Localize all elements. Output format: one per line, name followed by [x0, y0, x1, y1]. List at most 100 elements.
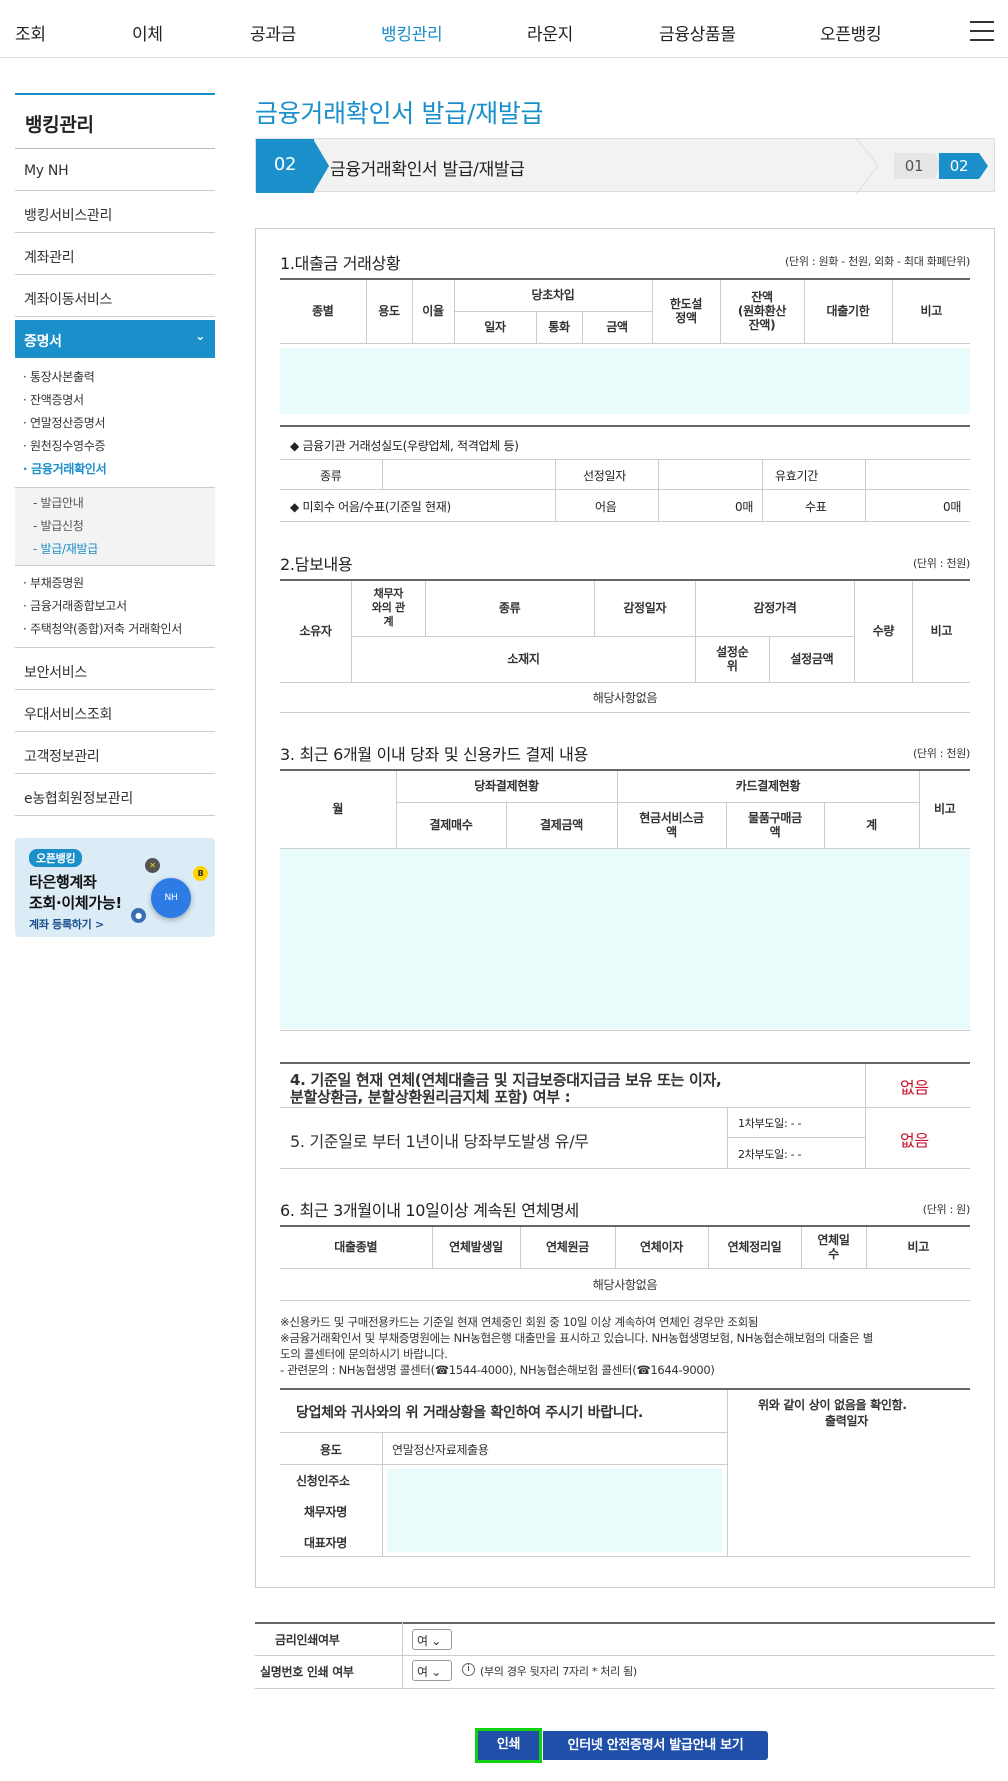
banner-register-link[interactable]: 계좌 등록하기 > [29, 916, 104, 932]
subsub-item-guide[interactable]: - 발급안내 [33, 492, 215, 515]
rate-print-select[interactable]: 여 ⌄ [412, 1629, 452, 1650]
bill-label: 어음 [595, 500, 617, 514]
col-rank: 설정순 위 [695, 636, 770, 683]
nav-item-product-mall[interactable]: 금융상품몰 [659, 20, 736, 45]
first-dishonor-date: 1차부도일: - - [738, 1117, 802, 1130]
divider [382, 1432, 383, 1556]
kind-label: 종류 [320, 469, 342, 483]
step-arrow-icon [313, 139, 329, 193]
sub-item-total-report[interactable]: · 금융거래종합보고서 [23, 595, 215, 618]
id-print-select[interactable]: 여 ⌄ [412, 1660, 452, 1681]
sub-item-debt-cert[interactable]: · 부채증명원 [23, 572, 215, 595]
sidebar: 뱅킹관리 My NH 뱅킹서비스관리 계좌관리 계좌이동서비스 증명서 ⌄ · 통… [15, 93, 215, 816]
check-value: 0매 [943, 500, 962, 514]
sidebar-item-account-move[interactable]: 계좌이동서비스 [15, 275, 215, 317]
nav-item-open-banking[interactable]: 오픈뱅킹 [820, 20, 882, 45]
divider [280, 1168, 970, 1169]
sidebar-item-member-info[interactable]: e농협회원정보관리 [15, 774, 215, 816]
sidebar-item-label: 증명서 [24, 334, 62, 350]
divider [280, 521, 970, 522]
nav-item-utility[interactable]: 공과금 [250, 20, 296, 45]
overdue-question-l2: 분할상환금, 분할상환원리금지체 포함) 여부 : [290, 1088, 571, 1106]
col-month: 월 [280, 769, 396, 849]
col-balance: 잔액 (원화환산 잔액) [719, 278, 804, 344]
collateral-table: 소유자 채무자 와의 관계 종류 감정일자 감정가격 수량 비고 소재지 설정순 위… [280, 579, 970, 713]
col-overdue-interest: 연체이자 [614, 1225, 708, 1269]
section-1-title: 1.대출금 거래상황 [280, 254, 401, 273]
id-print-label: 실명번호 인쇄 여부 [260, 1665, 354, 1679]
sub-item-withholding[interactable]: · 원천징수영수증 [23, 435, 215, 458]
sidebar-item-certificate[interactable]: 증명서 ⌄ [15, 320, 215, 358]
id-print-hint: (부의 경우 뒷자리 7자리 * 처리 됨) [480, 1665, 637, 1678]
sub-item-housing-cert[interactable]: · 주택청약(종합)저축 거래확인서 [23, 618, 215, 641]
print-button[interactable]: 인쇄 [475, 1728, 542, 1763]
banner-line-2: 조회·이체가능! [29, 894, 122, 912]
unpaid-bills-title: ◆ 미회수 어음/수표(기준일 현재) [290, 500, 451, 514]
sub-item-transaction-cert[interactable]: · 금융거래확인서 [23, 458, 215, 481]
banner-badge: 오픈뱅킹 [29, 849, 83, 867]
col-note: 비고 [891, 278, 970, 344]
col-amount: 금액 [581, 311, 652, 344]
nav-item-lounge[interactable]: 라운지 [527, 20, 573, 45]
certificate-guide-button[interactable]: 인터넷 안전증명서 발급안내 보기 [543, 1731, 768, 1760]
col-note: 비고 [918, 769, 970, 849]
sidebar-item-customer-info[interactable]: 고객정보관리 [15, 732, 215, 774]
sidebar-item-preferential[interactable]: 우대서비스조회 [15, 690, 215, 732]
loan-data-area [280, 348, 970, 414]
sidebar-title: 뱅킹관리 [15, 93, 215, 149]
divider [727, 1390, 728, 1556]
sub-item-yearend-cert[interactable]: · 연말정산증명서 [23, 412, 215, 435]
representative-label: 대표자명 [304, 1536, 347, 1550]
col-quantity: 수량 [854, 579, 913, 683]
nav-item-inquiry[interactable]: 조회 [15, 20, 46, 45]
col-currency: 통화 [535, 311, 582, 344]
col-settle-amount: 결제금액 [505, 802, 617, 849]
menu-icon[interactable] [970, 21, 994, 41]
second-dishonor-date: 2차부도일: - - [738, 1148, 802, 1161]
subsub-item-reissue[interactable]: - 발급/재발급 [33, 538, 215, 561]
chevron-down-icon: ⌄ [195, 329, 205, 343]
divider [280, 1556, 970, 1557]
step-indicator: 02 금융거래확인서 발급/재발급 01 02 [255, 138, 995, 194]
coin-icon: ✕ [145, 858, 160, 873]
col-rate: 이율 [411, 278, 454, 344]
step-label: 금융거래확인서 발급/재발급 [330, 160, 525, 180]
sidebar-subsub-list: - 발급안내 - 발급신청 - 발급/재발급 [15, 488, 215, 566]
col-set-amount: 설정금액 [768, 636, 855, 683]
open-banking-banner[interactable]: 오픈뱅킹 타은행계좌 조회·이체가능! 계좌 등록하기 > ✕ B ● NH [15, 838, 215, 937]
col-owner: 소유자 [280, 579, 352, 683]
overdue-empty: 해당사항없음 [280, 1268, 970, 1301]
step-2-badge: 02 [939, 153, 979, 179]
section-1-unit: (단위 : 원화 - 천원, 외화 - 최대 화폐단위) [785, 255, 970, 268]
nh-logo-icon: NH [151, 878, 191, 918]
divider [658, 459, 659, 522]
nav-item-transfer[interactable]: 이체 [132, 20, 163, 45]
section-3-unit: (단위 : 천원) [912, 747, 970, 760]
col-goods-purchase: 물품구매금 액 [725, 802, 824, 849]
divider [865, 1064, 866, 1168]
page-title: 금융거래확인서 발급/재발급 [255, 99, 544, 128]
sub-item-bankbook-copy[interactable]: · 통장사본출력 [23, 366, 215, 389]
divider [865, 459, 866, 522]
sidebar-item-banking-service[interactable]: 뱅킹서비스관리 [15, 191, 215, 233]
globe-icon: ● [131, 908, 146, 923]
section-3-title: 3. 최근 6개월 이내 당좌 및 신용카드 결제 내용 [280, 745, 588, 764]
sub-item-balance-cert[interactable]: · 잔액증명서 [23, 389, 215, 412]
col-loan-type: 대출종별 [280, 1225, 432, 1269]
col-overdue-principal: 연체원금 [519, 1225, 615, 1269]
bill-value: 0매 [735, 500, 754, 514]
divider [255, 1655, 995, 1656]
loan-table: 종별 용도 이율 당초차입 한도설 정액 잔액 (원화환산 잔액) 대출기한 비고 일… [280, 278, 970, 344]
sidebar-item-mynh[interactable]: My NH [15, 149, 215, 191]
check-label: 수표 [805, 500, 827, 514]
step-badge-arrow-icon [979, 153, 988, 179]
section-2-title: 2.담보내용 [280, 555, 353, 574]
subsub-item-apply[interactable]: - 발급신청 [33, 515, 215, 538]
sidebar-item-security[interactable]: 보안서비스 [15, 648, 215, 690]
sidebar-item-account[interactable]: 계좌관리 [15, 233, 215, 275]
nav-item-banking-management[interactable]: 뱅킹관리 [381, 20, 443, 45]
dishonor-status: 없음 [900, 1131, 929, 1150]
institution-title: ◆ 금융기관 거래성실도(우량업체, 적격업체 등) [290, 439, 519, 453]
banner-line-1: 타은행계좌 [29, 873, 97, 891]
applicant-address-label: 신청인주소 [296, 1474, 350, 1488]
